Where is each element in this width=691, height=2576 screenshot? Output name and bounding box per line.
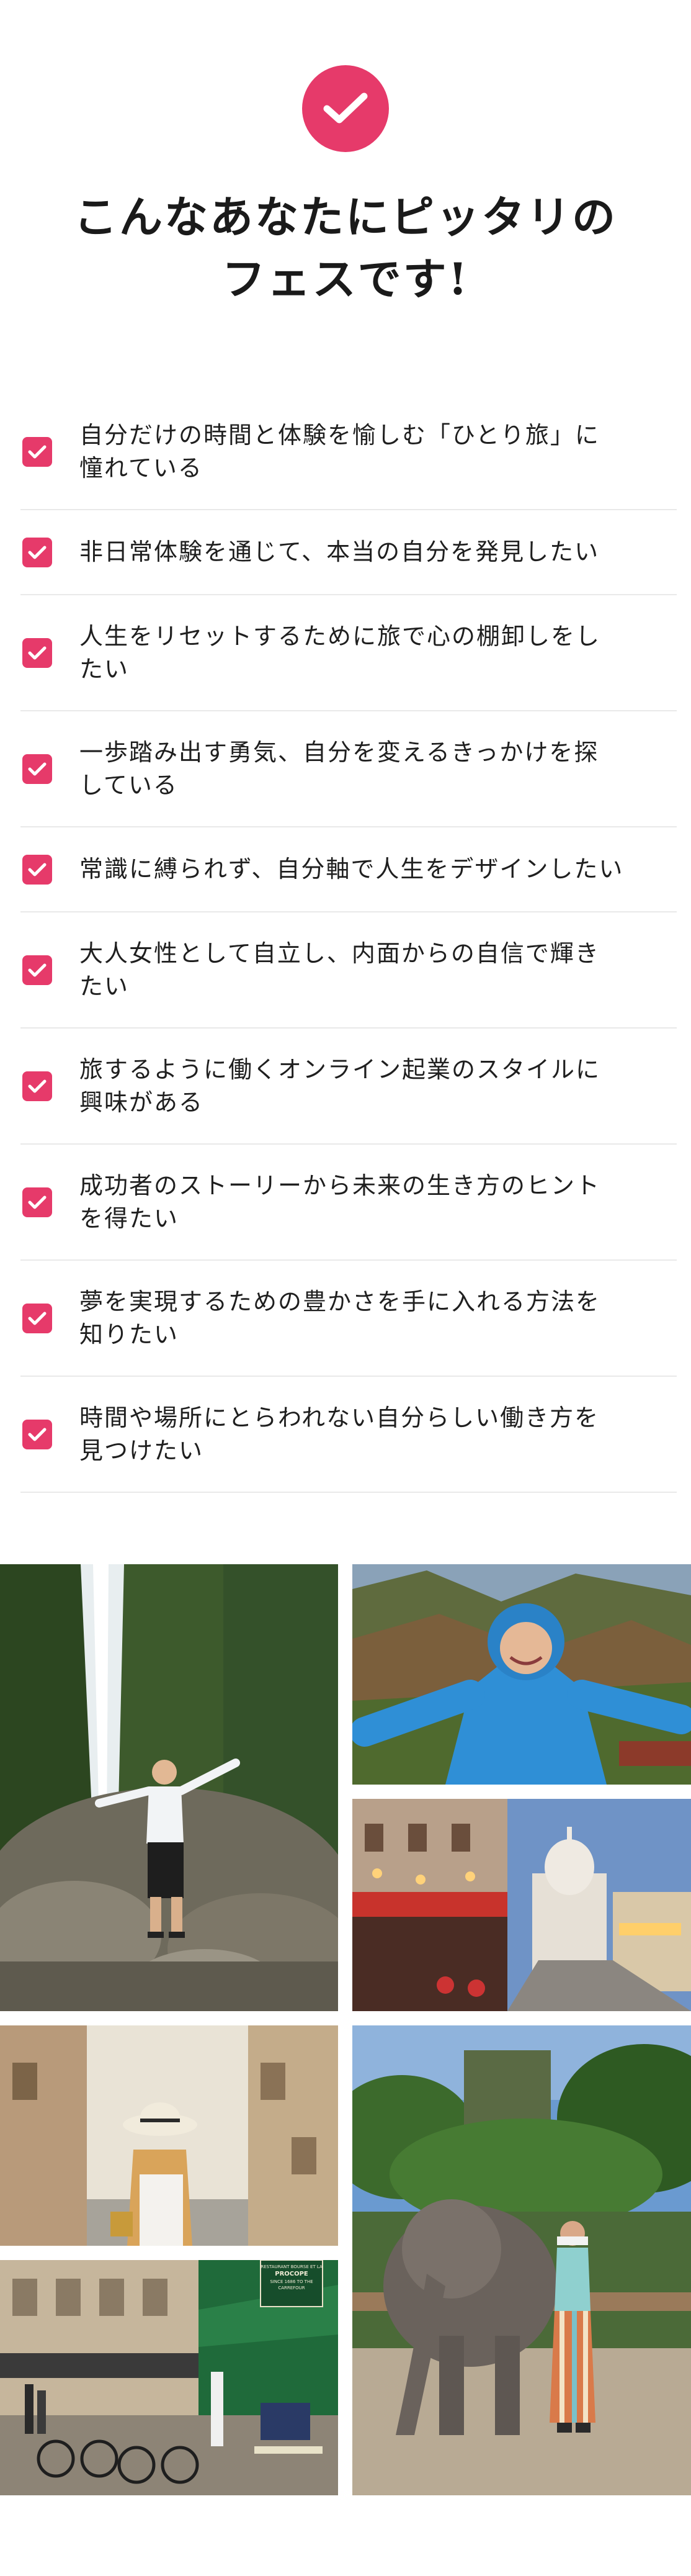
checkbox-checked-icon [22,1071,52,1101]
checklist-item-line: 興味がある [79,1088,204,1116]
cafe-sign-line: RESTAURANT BOURSE ET LA [261,2264,323,2269]
checkbox-checked-icon [22,1419,52,1449]
cafe-sign-line: SINCE 1686 TO THE [270,2279,313,2284]
checkbox-checked-icon [22,754,52,784]
waterfall-traveler-photo [0,1564,338,2011]
cafe-sign: RESTAURANT BOURSE ET LA PROCOPE SINCE 16… [261,2264,323,2291]
checklist-item-line: 夢を実現するための豊かさを手に入れる方法を [79,1287,601,1315]
checklist-item-line: たい [79,972,130,1000]
elephant-traveler-photo [352,2025,691,2495]
hooded-hiker-photo [352,1564,691,1785]
checklist-item: 成功者のストーリーから未来の生き方のヒント を得たい [20,1145,677,1261]
checklist-item-line: 旅するように働くオンライン起業のスタイルに [79,1055,601,1083]
alley-woman-straw-hat-photo [0,2025,338,2246]
check-circle-icon [302,65,389,152]
checklist-item-text: 旅するように働くオンライン起業のスタイルに 興味がある [79,1053,600,1119]
checkbox-checked-icon [22,955,52,985]
checklist-item-text: 大人女性として自立し、内面からの自信で輝き たい [79,937,600,1003]
checklist-item-line: 一歩踏み出す勇気、自分を変えるきっかけを探 [79,738,599,766]
title-line-1: こんなあなたにピッタリの [74,191,617,243]
checklist-item-line: 非日常体験を通じて、本当の自分を発見したい [79,538,600,565]
page-title: こんなあなたにピッタリの フェスです! [0,186,691,310]
checklist-item-line: 成功者のストーリーから未来の生き方のヒント [79,1171,601,1199]
checklist-item: 時間や場所にとらわれない自分らしい働き方を 見つけたい [20,1377,677,1493]
checklist-item-line: 憧れている [79,454,203,482]
checkbox-checked-icon [22,637,52,668]
checklist-item: 大人女性として自立し、内面からの自信で輝き たい [20,912,677,1029]
checklist-item: 自分だけの時間と体験を愉しむ「ひとり旅」に 憧れている [20,394,677,510]
checklist-item: 常識に縛られず、自分軸で人生をデザインしたい [20,827,677,912]
checklist-item-text: 一歩踏み出す勇気、自分を変えるきっかけを探 している [79,736,599,802]
checklist-item-line: 自分だけの時間と体験を愉しむ「ひとり旅」に [79,421,600,449]
checklist-item: 非日常体験を通じて、本当の自分を発見したい [20,510,677,595]
photo-gallery: RESTAURANT BOURSE ET LA PROCOPE SINCE 16… [0,1564,691,2495]
checklist-item-text: 夢を実現するための豊かさを手に入れる方法を 知りたい [79,1286,600,1351]
checklist-item-line: 人生をリセットするために旅で心の棚卸しをし [79,622,601,650]
checkbox-checked-icon [22,537,52,567]
checklist-item-line: を得たい [79,1204,179,1232]
checkbox-checked-icon [22,1303,52,1333]
checklist-item-line: たい [79,655,130,683]
checklist-item-line: 見つけたい [79,1436,204,1464]
checklist-item-line: 知りたい [79,1320,179,1348]
paris-montmartre-street-photo [352,1799,691,2011]
checklist-item-line: 時間や場所にとらわれない自分らしい働き方を [79,1403,600,1431]
checklist-item: 人生をリセットするために旅で心の棚卸しをし たい [20,595,677,711]
checklist-item-text: 常識に縛られず、自分軸で人生をデザインしたい [79,853,623,886]
checklist-item-text: 自分だけの時間と体験を愉しむ「ひとり旅」に 憧れている [79,419,600,485]
checklist-item-text: 非日常体験を通じて、本当の自分を発見したい [79,536,599,569]
checklist-item-line: 大人女性として自立し、内面からの自信で輝き [79,939,600,967]
cafe-sign-line: CARREFOUR [278,2286,305,2290]
checklist-item-text: 人生をリセットするために旅で心の棚卸しをし たい [79,620,600,686]
checklist-item: 一歩踏み出す勇気、自分を変えるきっかけを探 している [20,711,677,827]
checklist-item-line: 常識に縛られず、自分軸で人生をデザインしたい [79,855,624,883]
checkbox-checked-icon [22,436,52,467]
checklist-item: 旅するように働くオンライン起業のスタイルに 興味がある [20,1029,677,1145]
paris-cafe-bicycles-photo: RESTAURANT BOURSE ET LA PROCOPE SINCE 16… [0,2260,338,2495]
title-line-2: フェスです! [221,253,470,305]
checkbox-checked-icon [22,1187,52,1217]
checkbox-checked-icon [22,854,52,885]
checklist-item-text: 時間や場所にとらわれない自分らしい働き方を 見つけたい [79,1402,599,1467]
checklist-item: 夢を実現するための豊かさを手に入れる方法を 知りたい [20,1261,677,1377]
checklist-item-text: 成功者のストーリーから未来の生き方のヒント を得たい [79,1169,600,1235]
cafe-sign-line: PROCOPE [275,2271,308,2277]
checklist-item-line: している [79,771,178,799]
checklist: 自分だけの時間と体験を愉しむ「ひとり旅」に 憧れている 非日常体験を通じて、本当の… [20,394,677,1493]
